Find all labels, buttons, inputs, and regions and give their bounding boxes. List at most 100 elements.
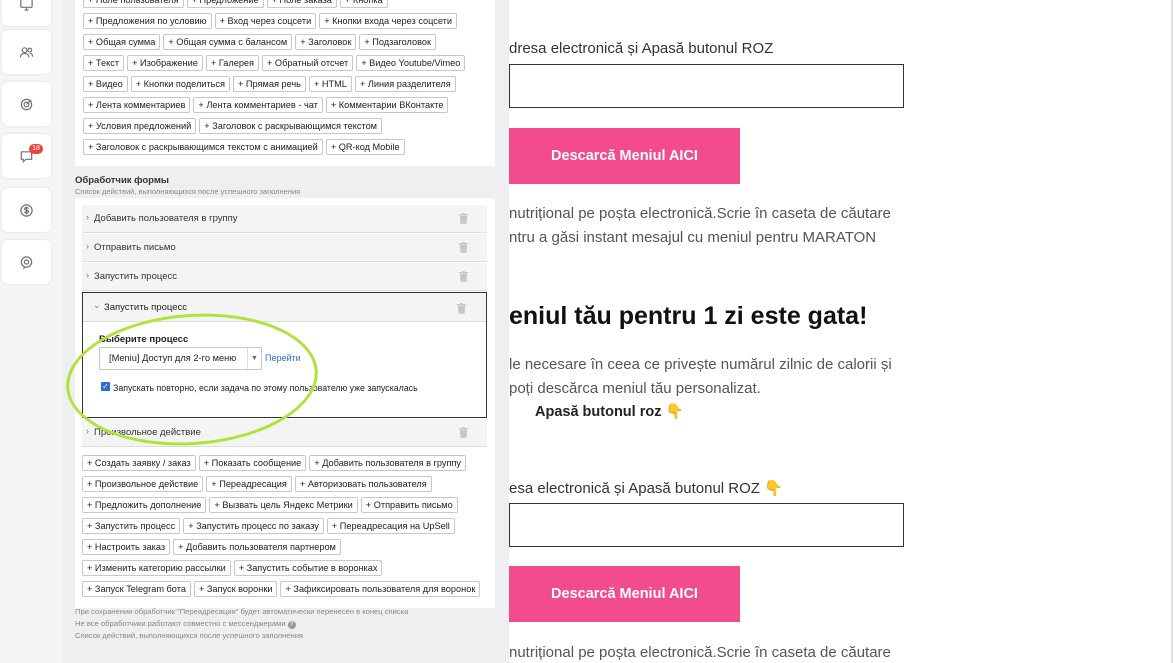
add-block-chip[interactable]: + Предложение [186,0,264,8]
add-block-chip[interactable]: + Изображение [127,55,203,71]
trash-icon[interactable] [459,242,468,253]
add-block-chip[interactable]: + Лента комментариев - чат [193,97,323,113]
add-block-chip[interactable]: + Добавить пользователя партнером [173,539,341,555]
add-block-chip[interactable]: + Условия предложений [83,118,197,134]
action-label: Запустить процесс [94,271,177,282]
add-block-chip[interactable]: + Вызвать цель Яндекс Метрики [209,497,358,513]
rerun-checkbox-label: Запускать повторно, если задача по этому… [113,383,418,393]
users-icon [19,46,34,57]
add-block-chip[interactable]: + Запустить процесс [82,518,181,534]
rail-support-button[interactable] [2,240,51,284]
add-block-chip[interactable]: + Запуск воронки [193,581,278,597]
info-text-1b: ntru a găsi instant mesajul cu meniul pe… [509,229,877,246]
note-redirect: При сохранении обработчик "Переадресация… [75,607,409,616]
expanded-action-title: Запустить процесс [104,302,187,313]
rail-dollar-button[interactable] [2,188,51,232]
add-block-chip[interactable]: + Подзаголовок [359,34,437,50]
trash-icon[interactable] [459,213,468,224]
add-block-chip[interactable]: + HTML [308,76,352,92]
landing-page-preview: dresa electronică și Apasă butonul ROZ D… [509,0,1173,663]
chevron-right-icon: › [86,426,89,436]
add-block-chip[interactable]: + Показать сообщение [198,455,307,471]
add-block-chip[interactable]: + Заголовок [295,34,357,50]
action-row-custom[interactable]: › Произвольное действие [82,419,487,447]
email-input-1[interactable] [509,64,904,108]
add-block-chip[interactable]: + QR-код Mobile [325,139,405,155]
add-block-chip[interactable]: + Заголовок с раскрывающимся текстом [199,118,382,134]
handler-subtitle: Список действий, выполняющихся после усп… [75,187,301,196]
add-block-chip[interactable]: + Запустить процесс по заказу [183,518,324,534]
add-block-chip[interactable]: + Заголовок с раскрывающимся текстом с а… [83,139,323,155]
add-block-chip[interactable]: + Добавить пользователя в группу [309,455,467,471]
download-button-2[interactable]: Descarcă Meniul AICI [509,566,740,622]
add-block-chip[interactable]: + Произвольное действие [82,476,204,492]
page-heading: eniul tău pentru 1 zi este gata! [509,302,868,330]
caret-down-icon: ▼ [247,348,261,369]
add-block-chip[interactable]: + Комментарии ВКонтакте [325,97,449,113]
chevron-down-icon: ⌄ [93,300,101,310]
add-block-chip[interactable]: + Запустить событие в воронках [233,560,383,576]
add-block-chip[interactable]: + Изменить категорию рассылки [82,560,231,576]
handler-chips: + Создать заявку / заказ + Показать сообщ… [82,455,487,602]
add-block-chip[interactable]: + Переадресация на UpSell [326,518,455,534]
add-block-chip[interactable]: + Лента комментариев [83,97,191,113]
process-field-label: Выберите процесс [99,334,189,345]
add-block-chip[interactable]: + Линия разделителя [354,76,456,92]
add-block-chip[interactable]: + Переадресация [206,476,292,492]
support-icon [20,255,33,269]
add-block-chip[interactable]: + Видео Youtube/Vimeo [356,55,466,71]
expanded-action-header[interactable]: ⌄ Запустить процесс [83,293,486,322]
add-block-chip[interactable]: + Создать заявку / заказ [82,455,196,471]
add-block-chip[interactable]: + Запуск Telegram бота [82,581,191,597]
expanded-action: ⌄ Запустить процесс Выберите процесс [Me… [82,292,487,418]
help-icon[interactable]: ? [287,621,296,629]
email-input-2[interactable] [509,503,904,547]
add-block-chip[interactable]: + Поле заказа [266,0,337,8]
dollar-icon [20,203,33,217]
rail-monitor-button[interactable] [2,0,51,26]
rail-chat-button[interactable]: 18 [2,134,51,178]
add-block-chip[interactable]: + Кнопки поделиться [130,76,231,92]
add-block-chip[interactable]: + Зафиксировать пользователя для воронок [280,581,481,597]
action-row-send-email[interactable]: › Отправить письмо [82,234,487,262]
chevron-right-icon: › [86,212,89,222]
press-pink-button-text: Apasă butonul roz 👇 [535,404,684,420]
add-block-chip[interactable]: + Предложить дополнение [82,497,207,513]
add-block-chip[interactable]: + Кнопки входа через соцсети [319,13,458,29]
handler-title: Обработчик формы [75,175,169,186]
trash-icon[interactable] [459,427,468,438]
action-row-add-user[interactable]: › Добавить пользователя в группу [82,205,487,233]
email-label-2: esa electronică și Apasă butonul ROZ 👇 [509,480,783,497]
add-block-chip[interactable]: + Настроить заказ [82,539,171,555]
add-block-chip[interactable]: + Текст [83,55,125,71]
left-rail: 18 [0,0,62,663]
add-block-chip[interactable]: + Общая сумма [83,34,161,50]
trash-icon[interactable] [457,303,466,314]
blocks-card: + Поле пользователя + Предложение + Поле з… [75,0,495,166]
rail-target-button[interactable] [2,82,51,126]
trash-icon[interactable] [459,271,468,282]
info-text-2b: poți descărca meniul tău personalizat. [509,380,761,397]
add-block-chip[interactable]: + Предложения по условию [83,13,212,29]
add-block-chip[interactable]: + Прямая речь [233,76,306,92]
add-block-chip[interactable]: + Видео [83,76,128,92]
goto-link[interactable]: Перейти [265,353,301,363]
action-row-run-process[interactable]: › Запустить процесс [82,263,487,291]
add-block-chip[interactable]: + Авторизовать пользователя [294,476,432,492]
rerun-checkbox[interactable]: ✓ [101,382,110,391]
target-icon [20,98,33,110]
chevron-right-icon: › [86,270,89,280]
add-block-chip[interactable]: + Отправить письмо [360,497,458,513]
add-block-chip[interactable]: + Вход через соцсети [214,13,317,29]
email-label-1: dresa electronică și Apasă butonul ROZ [509,40,774,57]
download-button-1[interactable]: Descarcă Meniul AICI [509,128,740,184]
rail-users-button[interactable] [2,30,51,74]
add-block-chip[interactable]: + Общая сумма с балансом [163,34,293,50]
process-select-value: [Meniu] Доступ для 2-го меню [109,353,237,363]
add-block-chip[interactable]: + Галерея [205,55,260,71]
handler-chips-wrap: + Создать заявку / заказ + Показать сообщ… [82,455,487,602]
add-block-chip[interactable]: + Обратный отсчет [262,55,354,71]
add-block-chip[interactable]: + Поле пользователя [83,0,184,8]
process-select[interactable]: [Meniu] Доступ для 2-го меню ▼ [99,347,262,370]
add-block-chip[interactable]: + Кнопка [339,0,388,8]
